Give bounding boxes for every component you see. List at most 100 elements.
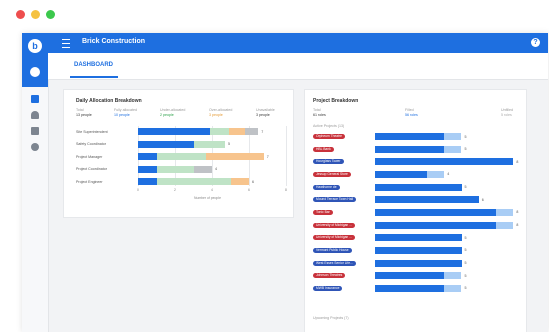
project-role-count: 5: [464, 235, 467, 240]
project-name-tag[interactable]: Hourglass Tower: [313, 159, 344, 165]
daily-bar-segment[interactable]: [206, 153, 264, 160]
daily-bar-segment[interactable]: [138, 165, 157, 173]
project-role-count: 5: [464, 286, 467, 291]
daily-row-label: Project Engineer: [76, 179, 103, 184]
project-name-tag[interactable]: Tonic Bar: [313, 209, 333, 215]
project-summary-label: Total: [313, 108, 321, 112]
project-summary-value: 56 roles: [405, 113, 418, 117]
project-filled-bar[interactable]: [375, 221, 497, 229]
project-unfilled-bar[interactable]: [426, 170, 445, 178]
project-role-count: 5: [464, 248, 467, 253]
project-filled-bar[interactable]: [375, 234, 462, 242]
daily-bar-segment[interactable]: [193, 140, 225, 148]
active-projects-header[interactable]: Active Projects (13): [313, 124, 344, 128]
daily-row-count: 4: [215, 167, 217, 171]
project-name-tag[interactable]: University of Michigan ...: [313, 222, 355, 228]
project-filled-bar[interactable]: [375, 133, 445, 140]
minimize-dot[interactable]: [31, 10, 40, 19]
tab-dashboard[interactable]: DASHBOARD: [74, 62, 113, 68]
project-role-count: 8: [516, 210, 519, 215]
daily-bar-segment[interactable]: [138, 140, 194, 148]
daily-bar-segment[interactable]: [210, 128, 229, 135]
daily-x-tick: 2: [174, 188, 176, 192]
help-icon[interactable]: ?: [531, 38, 540, 47]
project-filled-bar[interactable]: [375, 246, 462, 254]
daily-bar-segment[interactable]: [156, 153, 207, 160]
project-filled-bar[interactable]: [375, 183, 462, 191]
people-icon[interactable]: [31, 111, 39, 119]
daily-bar-segment[interactable]: [138, 178, 157, 185]
daily-summary-value: 2 people: [160, 113, 174, 117]
project-filled-bar[interactable]: [375, 259, 462, 267]
sidebar: b: [22, 33, 49, 332]
project-name-tag[interactable]: MWB Insurance: [313, 285, 343, 291]
daily-bar-segment[interactable]: [138, 128, 211, 135]
tab-active-indicator: [70, 76, 118, 78]
user-icon[interactable]: [30, 67, 40, 77]
app-logo[interactable]: b: [28, 39, 42, 53]
daily-row-count: 7: [261, 129, 264, 134]
project-breakdown-title: Project Breakdown: [313, 98, 359, 104]
daily-bar-segment[interactable]: [138, 153, 157, 160]
daily-row-label: Project Manager: [76, 154, 103, 159]
project-breakdown-card: Project Breakdown Total 61 roles Filled 56 …: [304, 89, 527, 332]
menu-icon[interactable]: [62, 39, 70, 48]
project-unfilled-bar[interactable]: [444, 133, 462, 140]
daily-bar-segment[interactable]: [156, 165, 194, 173]
daily-row-label: Site Superintendent: [76, 129, 108, 134]
close-dot[interactable]: [16, 10, 25, 19]
dashboard-icon[interactable]: [31, 95, 39, 103]
daily-summary-value: 3 people: [256, 113, 270, 117]
daily-bar-segment[interactable]: [228, 128, 246, 135]
project-filled-bar[interactable]: [375, 196, 479, 204]
daily-row-label: Project Coordinator: [76, 167, 107, 171]
maximize-dot[interactable]: [46, 10, 55, 19]
upcoming-projects-header[interactable]: Upcoming Projects (7): [313, 316, 349, 320]
top-bar: Brick Construction ?: [48, 33, 548, 53]
project-role-count: 8: [516, 223, 519, 228]
project-role-count: 5: [464, 147, 467, 152]
daily-x-tick: 0: [137, 188, 139, 192]
project-name-tag[interactable]: West Essex Senior Life...: [313, 260, 356, 266]
building-icon[interactable]: [31, 127, 39, 135]
project-unfilled-bar[interactable]: [444, 272, 462, 280]
project-filled-bar[interactable]: [375, 272, 445, 280]
project-name-tag[interactable]: University of Michigan ...: [313, 235, 355, 241]
daily-summary-label: Unavailable: [256, 108, 275, 112]
daily-bar-segment[interactable]: [156, 178, 231, 185]
project-name-tag[interactable]: HBL Bank: [313, 146, 334, 152]
tab-bar: DASHBOARD: [48, 53, 548, 80]
daily-summary-value: 10 people: [114, 113, 130, 117]
daily-bar-segment[interactable]: [230, 178, 249, 185]
project-filled-bar[interactable]: [375, 284, 445, 292]
project-unfilled-bar[interactable]: [444, 284, 462, 292]
project-name-tag[interactable]: Hawthorne de: [313, 184, 340, 190]
app-window: b Brick Construction ? DASHBOARD Daily A…: [22, 33, 548, 332]
daily-summary-label: Under-allocated: [160, 108, 186, 112]
daily-summary-value: 3 people: [209, 113, 223, 117]
daily-summary-label: Over-allocated: [209, 108, 233, 112]
daily-bar-segment[interactable]: [245, 128, 259, 135]
project-role-count: 5: [464, 185, 467, 190]
project-summary-label: Filled: [405, 108, 414, 112]
project-role-count: 5: [464, 134, 467, 139]
project-unfilled-bar[interactable]: [496, 221, 514, 229]
project-name-tag[interactable]: Mound Terrace Town Hall: [313, 197, 357, 203]
project-name-tag[interactable]: Vermont Public House: [313, 247, 352, 253]
daily-gridline: [286, 126, 287, 186]
project-filled-bar[interactable]: [375, 145, 445, 153]
daily-bar-segment[interactable]: [193, 165, 212, 173]
project-unfilled-bar[interactable]: [496, 208, 514, 216]
project-unfilled-bar[interactable]: [444, 145, 462, 153]
project-filled-bar[interactable]: [375, 208, 497, 216]
gear-icon[interactable]: [31, 143, 39, 151]
project-name-tag[interactable]: Johnson Theatres: [313, 273, 346, 279]
project-name-tag[interactable]: Jessup General Store: [313, 171, 351, 177]
project-summary-value: 61 roles: [313, 113, 326, 117]
project-filled-bar[interactable]: [375, 158, 514, 166]
daily-allocation-card: Daily Allocation Breakdown Total 13 peopl…: [63, 89, 294, 218]
daily-x-axis-label: Number of people: [194, 196, 221, 200]
project-role-count: 8: [516, 159, 519, 164]
project-name-tag[interactable]: Orpheum Theatre: [313, 134, 345, 139]
project-filled-bar[interactable]: [375, 170, 427, 178]
